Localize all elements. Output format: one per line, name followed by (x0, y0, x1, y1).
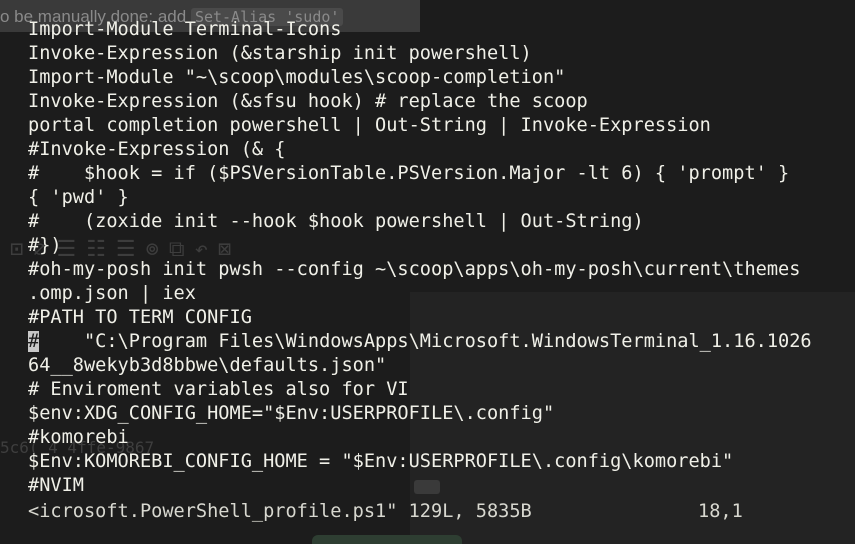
buffer-line: Invoke-Expression (&sfsu hook) # replace… (28, 91, 588, 112)
text-cursor: # (28, 331, 40, 352)
buffer-line: .omp.json | iex (28, 283, 196, 304)
buffer-line: #oh-my-posh init pwsh --config ~\scoop\a… (28, 259, 801, 280)
buffer-line: #NVIM (28, 475, 84, 496)
buffer-line: #komorebi (28, 427, 129, 448)
buffer-line-text: "C:\Program Files\WindowsApps\Microsoft.… (39, 331, 812, 352)
vim-editor[interactable]: Import-Module Terminal-Icons Invoke-Expr… (0, 0, 855, 544)
buffer-line: # $hook = if ($PSVersionTable.PSVersion.… (28, 163, 790, 184)
buffer-line: #Invoke-Expression (& { (28, 139, 286, 160)
buffer-line: portal completion powershell | Out-Strin… (28, 115, 711, 136)
buffer-line: { 'pwd' } (28, 187, 129, 208)
buffer-line: Import-Module Terminal-Icons (28, 19, 342, 40)
statusline-file: <icrosoft.PowerShell_profile.ps1" 129L, … (28, 501, 532, 522)
buffer-line: 64__8wekyb3d8bbwe\defaults.json" (28, 355, 387, 376)
buffer-line: # Enviroment variables also for VI (28, 379, 409, 400)
buffer-line: $env:XDG_CONFIG_HOME="$Env:USERPROFILE\.… (28, 403, 555, 424)
statusline-position: 18,1 (698, 501, 743, 522)
buffer-line: #}) (28, 235, 62, 256)
buffer-line: #PATH TO TERM CONFIG (28, 307, 252, 328)
buffer-line: Invoke-Expression (&starship init powers… (28, 43, 532, 64)
buffer-line: $Env:KOMOREBI_CONFIG_HOME = "$Env:USERPR… (28, 451, 734, 472)
buffer-line: # (zoxide init --hook $hook powershell |… (28, 211, 644, 232)
buffer-line: Import-Module "~\scoop\modules\scoop-com… (28, 67, 566, 88)
buffer-line-cursor: # "C:\Program Files\WindowsApps\Microsof… (28, 330, 812, 354)
